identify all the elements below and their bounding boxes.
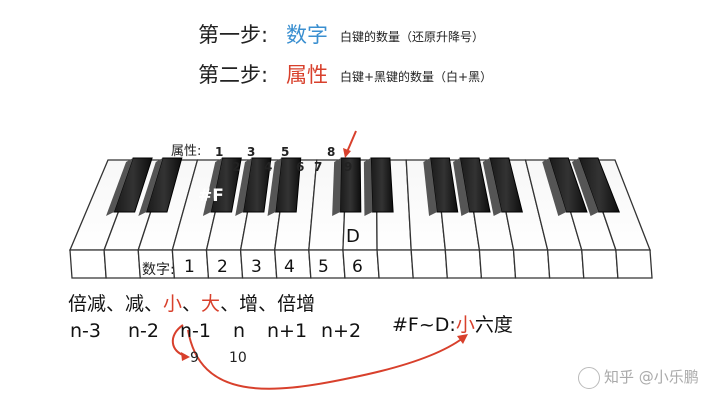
attr-number: 2 bbox=[232, 160, 241, 174]
n-value: n bbox=[233, 320, 246, 342]
digit-number: 4 bbox=[284, 257, 295, 277]
black-key bbox=[370, 157, 394, 213]
quality-diminished: 倍减、减、 bbox=[68, 293, 164, 315]
sharp-f-label: #F bbox=[198, 186, 224, 206]
n-value: n-2 bbox=[128, 320, 159, 342]
sub-value: 10 bbox=[229, 350, 247, 366]
n-value: n-3 bbox=[70, 320, 101, 342]
white-key-front bbox=[546, 249, 585, 279]
step1-label: 第一步: bbox=[198, 23, 269, 47]
attr-number: 6 bbox=[296, 160, 305, 174]
digit-number: 6 bbox=[352, 257, 363, 277]
sub-value: 9 bbox=[190, 350, 199, 366]
white-key-front bbox=[444, 249, 483, 279]
digit-label: 数字: bbox=[142, 262, 175, 278]
piano-keyboard-illustration bbox=[69, 130, 653, 390]
white-key-front bbox=[103, 249, 141, 279]
n-value: n+1 bbox=[267, 320, 308, 342]
n-value: n-1 bbox=[180, 320, 211, 342]
digit-number: 3 bbox=[251, 257, 262, 277]
step2-note: 白键+黑键的数量（白+黑） bbox=[340, 70, 493, 84]
interval-prefix: #F~D: bbox=[392, 314, 456, 336]
pointer-arrow-head bbox=[343, 148, 351, 158]
pointer-arrow-line bbox=[346, 130, 357, 153]
d-label: D bbox=[346, 226, 360, 247]
digit-number: 5 bbox=[318, 257, 329, 277]
watermark-logo-icon bbox=[578, 367, 600, 389]
curve-arrow-n1-head bbox=[181, 352, 190, 361]
quality-row: 倍减、减、小、大、增、倍增 bbox=[68, 289, 315, 316]
interval-quality: 小 bbox=[455, 314, 475, 336]
attr-number: 4 bbox=[264, 160, 273, 174]
step2-label: 第二步: bbox=[198, 63, 269, 87]
digit-number: 2 bbox=[217, 257, 228, 277]
white-key-front bbox=[478, 249, 517, 279]
quality-minor: 小 bbox=[163, 293, 183, 315]
attr-number: 3 bbox=[247, 145, 256, 159]
quality-major: 大 bbox=[201, 293, 221, 315]
n-value: n+2 bbox=[321, 320, 362, 342]
attr-number: 5 bbox=[281, 145, 290, 159]
step1-note: 白键的数量（还原升降号） bbox=[340, 30, 485, 44]
attr-number: 1 bbox=[215, 145, 224, 159]
quality-separator: 、 bbox=[182, 293, 202, 315]
white-key-front bbox=[581, 249, 619, 279]
quality-augmented: 、增、倍增 bbox=[220, 293, 316, 315]
attr-number: 9 bbox=[344, 160, 353, 174]
white-key-front bbox=[376, 249, 414, 279]
digit-number: 1 bbox=[184, 257, 195, 277]
white-key-front bbox=[512, 249, 551, 279]
step1-keyword: 数字 bbox=[286, 23, 328, 47]
white-key-front bbox=[69, 249, 107, 279]
interval-suffix: 六度 bbox=[474, 314, 513, 336]
attr-label: 属性: bbox=[171, 144, 202, 159]
watermark-text: 知乎 @小乐鹏 bbox=[604, 368, 699, 386]
attr-number: 8 bbox=[327, 145, 336, 159]
white-key-front bbox=[410, 249, 448, 279]
step2-keyword: 属性 bbox=[286, 63, 328, 87]
interval-result: #F~D:小六度 bbox=[392, 310, 513, 337]
attr-number: 7 bbox=[314, 160, 323, 174]
white-key-front bbox=[615, 249, 653, 279]
